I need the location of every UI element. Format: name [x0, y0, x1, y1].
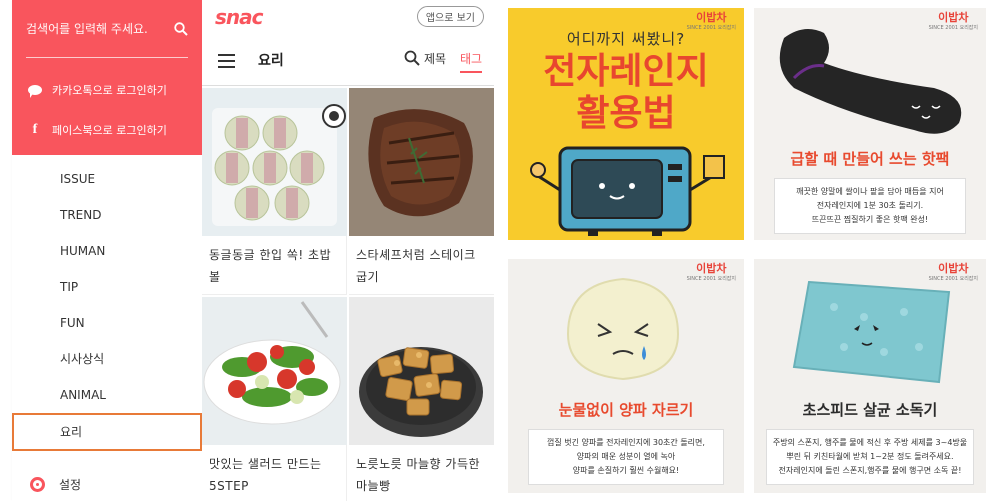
facebook-login-button[interactable]: f 페이스북으로 로그인하기: [26, 112, 188, 148]
hamburger-menu-icon[interactable]: [218, 54, 235, 72]
tile-title-line1: 전자레인지: [543, 51, 709, 92]
open-app-button[interactable]: 앱으로 보기: [416, 6, 484, 27]
search-by-tag-tab[interactable]: 태그: [460, 50, 483, 73]
rice-ball-photo[interactable]: [202, 88, 347, 236]
salad-photo[interactable]: [202, 297, 347, 445]
sponge-sterilizer-tip-tile[interactable]: 이밥차 SINCE 2001 요리잡지 초스피드 살균 소독기 주방의 스폰지, …: [754, 259, 986, 493]
facebook-icon: f: [32, 122, 38, 137]
search-input[interactable]: 검색어를 입력해 주세요.: [26, 20, 148, 37]
tile-title: 눈물없이 양파 자르기: [558, 401, 694, 419]
recipe-title[interactable]: 맛있는 샐러드 만드는 5STEP: [202, 445, 346, 497]
kakao-icon: [28, 85, 42, 98]
steak-photo[interactable]: [349, 88, 494, 236]
nav-bar: 요리 제목 태그: [202, 34, 494, 86]
tile-description: 껍질 벗긴 양파를 전자레인지에 30초간 돌리면, 양파의 매운 성분이 열에…: [528, 429, 724, 485]
kakao-login-button[interactable]: 카카오톡으로 로그인하기: [26, 72, 188, 108]
page-title: 요리: [258, 53, 284, 69]
tile-description: 깨끗한 양말에 쌀이나 팥을 담아 매듭을 지어 전자레인지에 1분 30초 돌…: [774, 178, 966, 234]
menu-item-fun[interactable]: FUN: [12, 305, 202, 341]
tile-subtitle: 어디까지 써봤니?: [566, 30, 686, 48]
onion-cutting-tip-tile[interactable]: 이밥차 SINCE 2001 요리잡지 눈물없이 양파 자르기 껍질 벗긴 양파를…: [508, 259, 744, 493]
side-menu-header: 검색어를 입력해 주세요. 카카오톡으로 로그인하기 f 페이스북으로 로그인하…: [12, 0, 202, 155]
search-by-title-tab[interactable]: 제목: [424, 50, 446, 67]
recipe-card[interactable]: 노릇노릇 마늘향 가득한 마늘빵: [349, 297, 494, 501]
microwave-character-icon: [530, 146, 725, 236]
microwave-tips-title-tile[interactable]: 이밥차 SINCE 2001 요리잡지 어디까지 써봤니? 전자레인지 활용법: [508, 8, 744, 240]
garlic-bread-photo[interactable]: [349, 297, 494, 445]
screen: 검색어를 입력해 주세요. 카카오톡으로 로그인하기 f 페이스북으로 로그인하…: [0, 0, 990, 501]
gear-icon: [30, 477, 45, 492]
recipe-title[interactable]: 스타셰프처럼 스테이크 굽기: [349, 236, 494, 288]
recipe-card[interactable]: 스타셰프처럼 스테이크 굽기: [349, 88, 494, 295]
settings-label: 설정: [59, 478, 82, 492]
tile-title: 급할 때 만들어 쓰는 핫팩: [790, 150, 950, 168]
recipe-card[interactable]: 맛있는 샐러드 만드는 5STEP: [202, 297, 347, 501]
search-bar[interactable]: 검색어를 입력해 주세요.: [26, 0, 188, 58]
kakao-login-label: 카카오톡으로 로그인하기: [52, 84, 167, 97]
menu-item-human[interactable]: HUMAN: [12, 233, 202, 269]
recipe-card[interactable]: 동글동글 한입 쏙! 초밥볼: [202, 88, 347, 295]
category-menu: ISSUE TREND HUMAN TIP FUN 시사상식 ANIMAL 요리: [12, 155, 202, 451]
tile-title: 초스피드 살균 소독기: [802, 401, 938, 419]
top-bar: snac 앱으로 보기: [202, 0, 494, 34]
tile-title-line2: 활용법: [576, 93, 676, 134]
recipe-title[interactable]: 동글동글 한입 쏙! 초밥볼: [202, 236, 346, 288]
search-icon[interactable]: [404, 50, 420, 66]
menu-item-issue[interactable]: ISSUE: [12, 161, 202, 197]
app-panel: snac 앱으로 보기 요리 제목 태그 동글동글 한입 쏙! 초밥볼 스타셰프…: [202, 0, 494, 501]
settings-button[interactable]: 설정: [12, 476, 81, 493]
recipe-title[interactable]: 노릇노릇 마늘향 가득한 마늘빵: [349, 445, 494, 497]
snac-logo[interactable]: snac: [215, 5, 263, 29]
hot-pack-tip-tile[interactable]: 이밥차 SINCE 2001 요리잡지 급할 때 만들어 쓰는 핫팩 깨끗한 양말…: [754, 8, 986, 240]
menu-item-current-affairs[interactable]: 시사상식: [12, 341, 202, 377]
sponge-character-icon: [792, 280, 951, 384]
onion-character-icon: [566, 277, 680, 381]
sock-hot-pack-icon: [779, 29, 962, 134]
menu-item-animal[interactable]: ANIMAL: [12, 377, 202, 413]
facebook-login-label: 페이스북으로 로그인하기: [52, 124, 167, 137]
side-menu: 검색어를 입력해 주세요. 카카오톡으로 로그인하기 f 페이스북으로 로그인하…: [12, 0, 202, 501]
menu-item-tip[interactable]: TIP: [12, 269, 202, 305]
tile-description: 주방의 스폰지, 행주를 물에 적신 후 주방 세제를 3~4방울 뿌린 뒤 키…: [766, 429, 974, 485]
menu-item-cooking[interactable]: 요리: [12, 413, 202, 451]
search-icon[interactable]: [174, 21, 188, 36]
menu-item-trend[interactable]: TREND: [12, 197, 202, 233]
